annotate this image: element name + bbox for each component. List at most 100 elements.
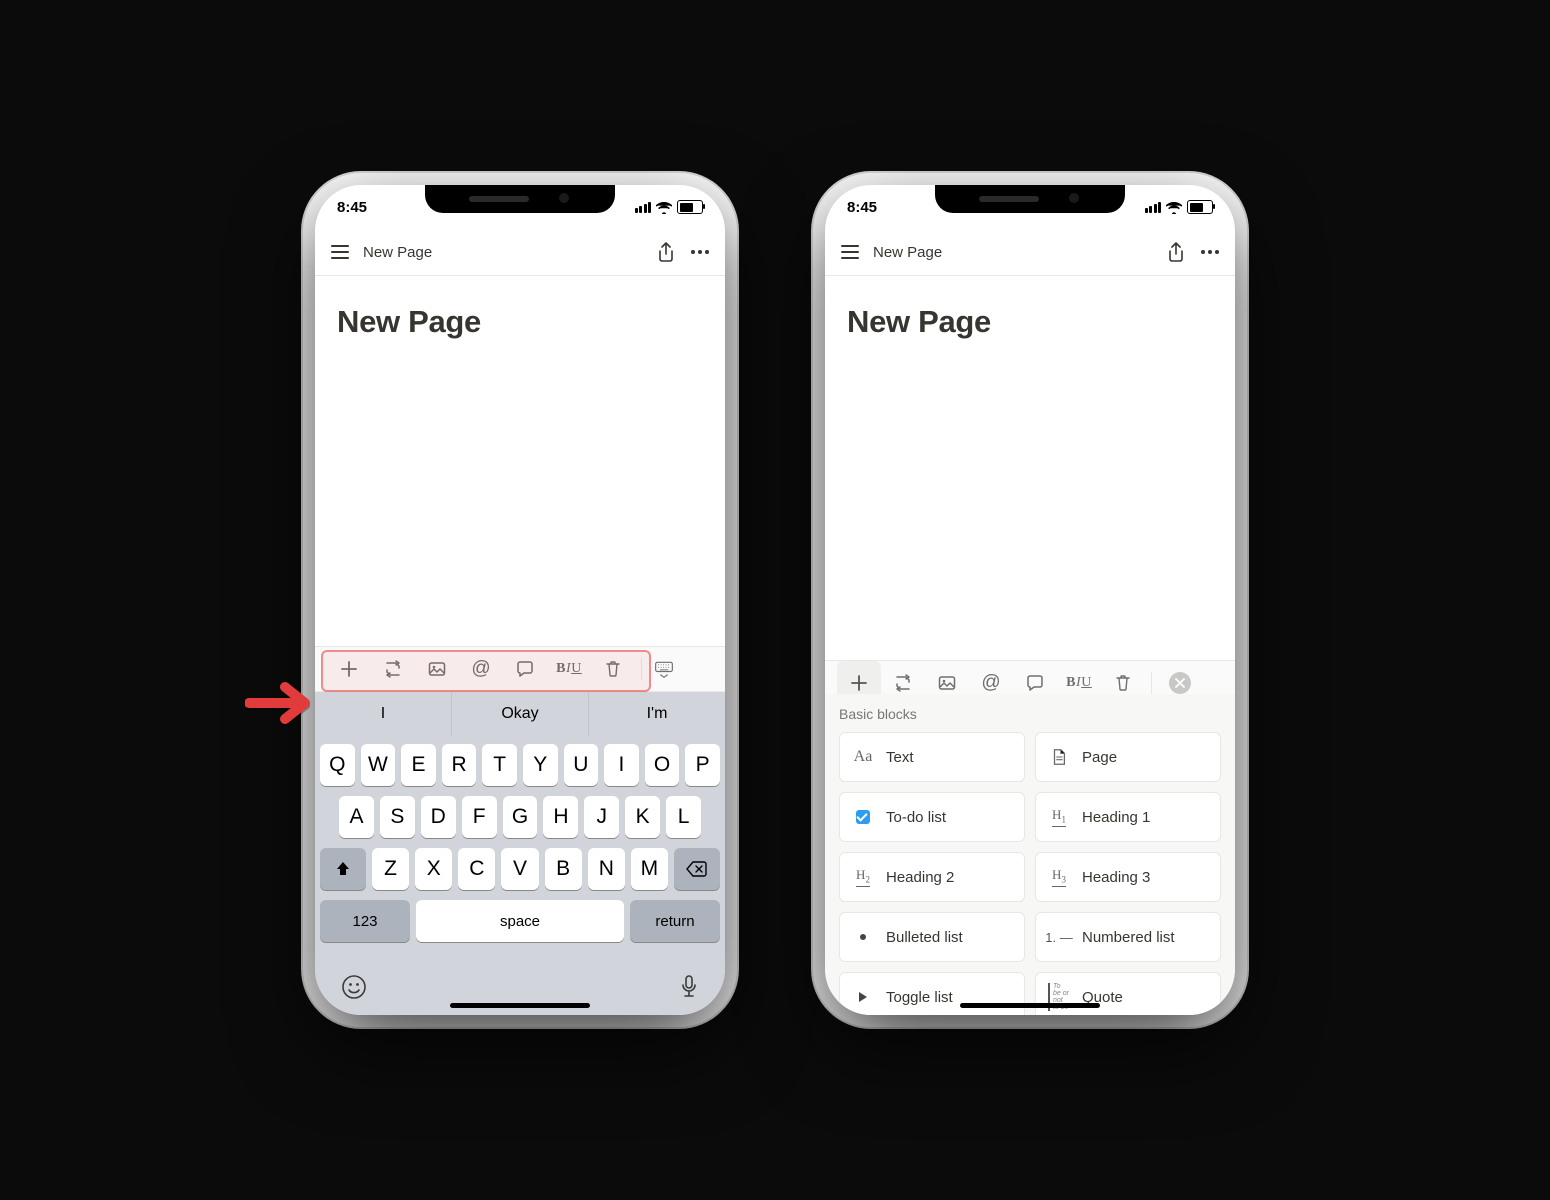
block-picker-panel: Basic blocks Aa Text Page To-do list xyxy=(825,694,1235,1015)
key-e[interactable]: E xyxy=(401,744,436,786)
block-toggle-list[interactable]: Toggle list xyxy=(839,972,1025,1015)
key-v[interactable]: V xyxy=(501,848,538,890)
key-n[interactable]: N xyxy=(588,848,625,890)
checkbox-icon xyxy=(852,806,874,828)
block-numbered-list[interactable]: 1. — Numbered list xyxy=(1035,912,1221,962)
toggle-icon xyxy=(852,986,874,1008)
emoji-icon[interactable] xyxy=(341,974,367,1005)
suggestion-1[interactable]: I xyxy=(315,692,452,736)
comment-icon[interactable] xyxy=(503,647,547,691)
wifi-icon xyxy=(1166,201,1182,213)
cellular-icon xyxy=(635,202,652,213)
key-i[interactable]: I xyxy=(604,744,639,786)
bullet-icon xyxy=(852,926,874,948)
key-w[interactable]: W xyxy=(361,744,396,786)
key-o[interactable]: O xyxy=(645,744,680,786)
key-space[interactable]: space xyxy=(416,900,624,942)
page-title[interactable]: New Page xyxy=(337,304,703,340)
key-j[interactable]: J xyxy=(584,796,619,838)
key-y[interactable]: Y xyxy=(523,744,558,786)
phone-left: 8:45 New Page New Page xyxy=(315,185,725,1015)
key-b[interactable]: B xyxy=(545,848,582,890)
h2-icon: H2 xyxy=(852,866,874,888)
more-icon[interactable] xyxy=(691,250,709,254)
panel-section-title: Basic blocks xyxy=(839,706,1221,722)
share-icon[interactable] xyxy=(657,242,675,262)
block-bulleted-list[interactable]: Bulleted list xyxy=(839,912,1025,962)
trash-icon[interactable] xyxy=(591,647,635,691)
page-content[interactable]: New Page xyxy=(825,276,1235,368)
nav-bar: New Page xyxy=(315,229,725,276)
nav-bar: New Page xyxy=(825,229,1235,276)
h1-icon: H1 xyxy=(1048,806,1070,828)
key-m[interactable]: M xyxy=(631,848,668,890)
key-x[interactable]: X xyxy=(415,848,452,890)
battery-icon xyxy=(677,200,703,214)
breadcrumb[interactable]: New Page xyxy=(873,244,942,261)
key-h[interactable]: H xyxy=(543,796,578,838)
more-icon[interactable] xyxy=(1201,250,1219,254)
block-label: Heading 1 xyxy=(1082,809,1150,826)
editor-toolbar: @ BIU xyxy=(315,646,725,692)
breadcrumb[interactable]: New Page xyxy=(363,244,432,261)
key-l[interactable]: L xyxy=(666,796,701,838)
key-f[interactable]: F xyxy=(462,796,497,838)
block-label: Heading 2 xyxy=(886,869,954,886)
key-q[interactable]: Q xyxy=(320,744,355,786)
home-indicator[interactable] xyxy=(450,1003,590,1008)
key-a[interactable]: A xyxy=(339,796,374,838)
battery-icon xyxy=(1187,200,1213,214)
block-label: Numbered list xyxy=(1082,929,1175,946)
text-icon: Aa xyxy=(852,746,874,768)
share-icon[interactable] xyxy=(1167,242,1185,262)
keyboard-suggestions: I Okay I'm xyxy=(315,692,725,736)
block-label: Page xyxy=(1082,749,1117,766)
block-page[interactable]: Page xyxy=(1035,732,1221,782)
block-heading3[interactable]: H3 Heading 3 xyxy=(1035,852,1221,902)
key-return[interactable]: return xyxy=(630,900,720,942)
phone-right: 8:45 New Page New Page xyxy=(825,185,1235,1015)
turn-into-icon[interactable] xyxy=(371,647,415,691)
key-d[interactable]: D xyxy=(421,796,456,838)
key-p[interactable]: P xyxy=(685,744,720,786)
page-title[interactable]: New Page xyxy=(847,304,1213,340)
h3-icon: H3 xyxy=(1048,866,1070,888)
block-label: Bulleted list xyxy=(886,929,963,946)
block-quote[interactable]: To be or not to be Quote xyxy=(1035,972,1221,1015)
notch xyxy=(425,185,615,213)
callout-arrow xyxy=(245,675,321,736)
page-content[interactable]: New Page xyxy=(315,276,725,368)
mention-icon[interactable]: @ xyxy=(459,647,503,691)
key-r[interactable]: R xyxy=(442,744,477,786)
numbered-icon: 1. — xyxy=(1048,926,1070,948)
dismiss-keyboard-icon[interactable] xyxy=(648,653,680,685)
key-k[interactable]: K xyxy=(625,796,660,838)
text-format-icon[interactable]: BIU xyxy=(547,647,591,691)
status-time: 8:45 xyxy=(847,199,877,216)
dictation-icon[interactable] xyxy=(679,974,699,1005)
block-label: Toggle list xyxy=(886,989,953,1006)
add-block-icon[interactable] xyxy=(327,647,371,691)
key-c[interactable]: C xyxy=(458,848,495,890)
suggestion-3[interactable]: I'm xyxy=(589,692,725,736)
block-text[interactable]: Aa Text xyxy=(839,732,1025,782)
menu-icon[interactable] xyxy=(331,245,349,259)
status-time: 8:45 xyxy=(337,199,367,216)
key-123[interactable]: 123 xyxy=(320,900,410,942)
key-shift[interactable] xyxy=(320,848,366,890)
block-label: To-do list xyxy=(886,809,946,826)
block-todo[interactable]: To-do list xyxy=(839,792,1025,842)
key-u[interactable]: U xyxy=(564,744,599,786)
home-indicator[interactable] xyxy=(960,1003,1100,1008)
key-backspace[interactable] xyxy=(674,848,720,890)
image-icon[interactable] xyxy=(415,647,459,691)
suggestion-2[interactable]: Okay xyxy=(452,692,589,736)
block-heading2[interactable]: H2 Heading 2 xyxy=(839,852,1025,902)
key-s[interactable]: S xyxy=(380,796,415,838)
ios-keyboard[interactable]: I Okay I'm Q W E R T Y U I O P A xyxy=(315,692,725,1015)
menu-icon[interactable] xyxy=(841,245,859,259)
key-g[interactable]: G xyxy=(503,796,538,838)
key-z[interactable]: Z xyxy=(372,848,409,890)
key-t[interactable]: T xyxy=(482,744,517,786)
block-heading1[interactable]: H1 Heading 1 xyxy=(1035,792,1221,842)
